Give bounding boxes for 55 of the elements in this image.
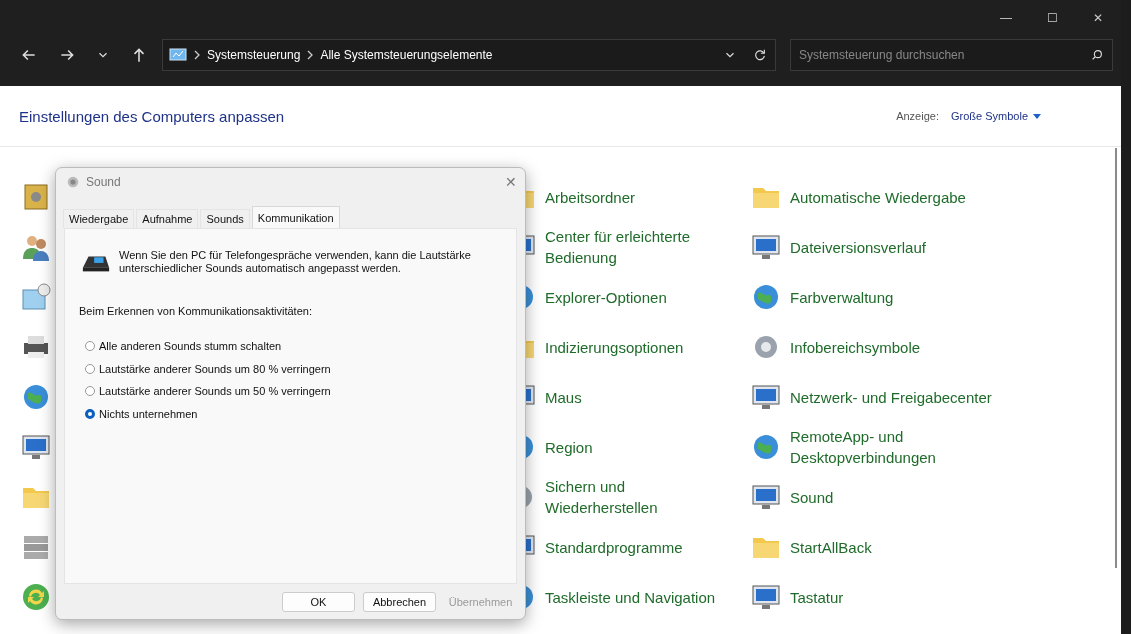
scrollbar[interactable] [1115, 148, 1117, 568]
breadcrumb-chevron-icon [307, 50, 314, 60]
tab[interactable]: Kommunikation [251, 206, 340, 228]
description-text: Wenn Sie den PC für Telefongespräche verwenden, kann die Lautstärke unterschiedlicher Sounds automatisch angepasst werden. [119, 249, 472, 275]
close-button[interactable]: ✕ [505, 174, 517, 190]
breadcrumb[interactable]: Alle Systemsteuerungselemente [320, 48, 493, 62]
control-panel-link[interactable]: RemoteApp- und Desktopverbindungen [790, 426, 1050, 468]
breadcrumb-chevron-icon [194, 50, 200, 60]
control-panel-link[interactable]: Tastatur [790, 586, 844, 608]
radio-option[interactable]: Alle anderen Sounds stumm schalten [79, 335, 502, 358]
control-panel-link[interactable]: Netzwerk- und Freigabecenter [790, 386, 992, 408]
radio-button[interactable] [85, 363, 95, 374]
control-panel-link[interactable]: Indizierungsoptionen [545, 336, 684, 358]
radio-option[interactable]: Lautstärke anderer Sounds um 50 % verringern [79, 380, 502, 403]
sync-icon [20, 581, 52, 613]
page-title: Einstellungen des Computers anpassen [19, 107, 285, 125]
radio-button[interactable] [85, 408, 95, 419]
search-box[interactable]: Systemsteuerung durchsuchen [790, 39, 1113, 71]
window-control-button[interactable]: — [983, 11, 1029, 25]
control-panel-link[interactable]: Sichern und Wiederherstellen [545, 476, 725, 518]
control-panel-link[interactable]: Region [545, 436, 593, 458]
radio-option[interactable]: Lautstärke anderer Sounds um 80 % verringern [79, 357, 502, 380]
prompt-text: Beim Erkennen von Kommunikationsaktivitäten: [79, 305, 313, 317]
control-panel-icon [169, 48, 187, 62]
tab[interactable]: Wiedergabe [63, 209, 135, 228]
control-panel-link[interactable]: Arbeitsordner [545, 186, 636, 208]
breadcrumb[interactable]: Systemsteuerung [207, 48, 301, 62]
dialog-button[interactable]: Abbrechen [363, 592, 436, 612]
control-panel-link[interactable]: Maus [545, 386, 582, 408]
address-bar[interactable]: Systemsteuerung Alle Systemsteuerungselemente [162, 39, 776, 71]
radio-button[interactable] [85, 386, 95, 397]
control-panel-link[interactable]: Center für erleichterte Bedienung [545, 226, 725, 268]
caret-icon [1033, 113, 1041, 119]
control-panel-link[interactable]: Taskleiste und Navigation [545, 586, 716, 608]
control-panel-link[interactable]: Dateiversionsverlauf [790, 236, 926, 258]
calendar-icon [20, 281, 52, 313]
control-panel-link[interactable]: Standardprogramme [545, 536, 683, 558]
control-panel-link[interactable]: Sound [790, 486, 834, 508]
radio-button[interactable] [85, 341, 95, 352]
window-control-button[interactable]: ☐ [1029, 11, 1075, 25]
control-panel-link[interactable]: Infobereichsymbole [790, 336, 921, 358]
search-field[interactable]: Systemsteuerung durchsuchen [791, 47, 1082, 63]
control-panel-link[interactable]: Explorer-Optionen [545, 286, 667, 308]
control-panel-link[interactable]: Automatische Wiedergabe [790, 186, 966, 208]
tab[interactable]: Sounds [200, 209, 250, 228]
tab[interactable]: Aufnahme [136, 209, 199, 228]
dialog-button[interactable]: OK [282, 592, 355, 612]
speaker-icon [66, 175, 80, 189]
window-control-button[interactable]: ✕ [1075, 11, 1121, 25]
view-label: Anzeige: [896, 110, 939, 122]
dialog-title: Sound [86, 175, 121, 189]
control-panel-link[interactable]: Farbverwaltung [790, 286, 894, 308]
radio-option[interactable]: Nichts unternehmen [79, 402, 502, 425]
control-panel-link[interactable]: StartAllBack [790, 536, 872, 558]
view-dropdown[interactable]: Große Symbole [950, 110, 1041, 122]
